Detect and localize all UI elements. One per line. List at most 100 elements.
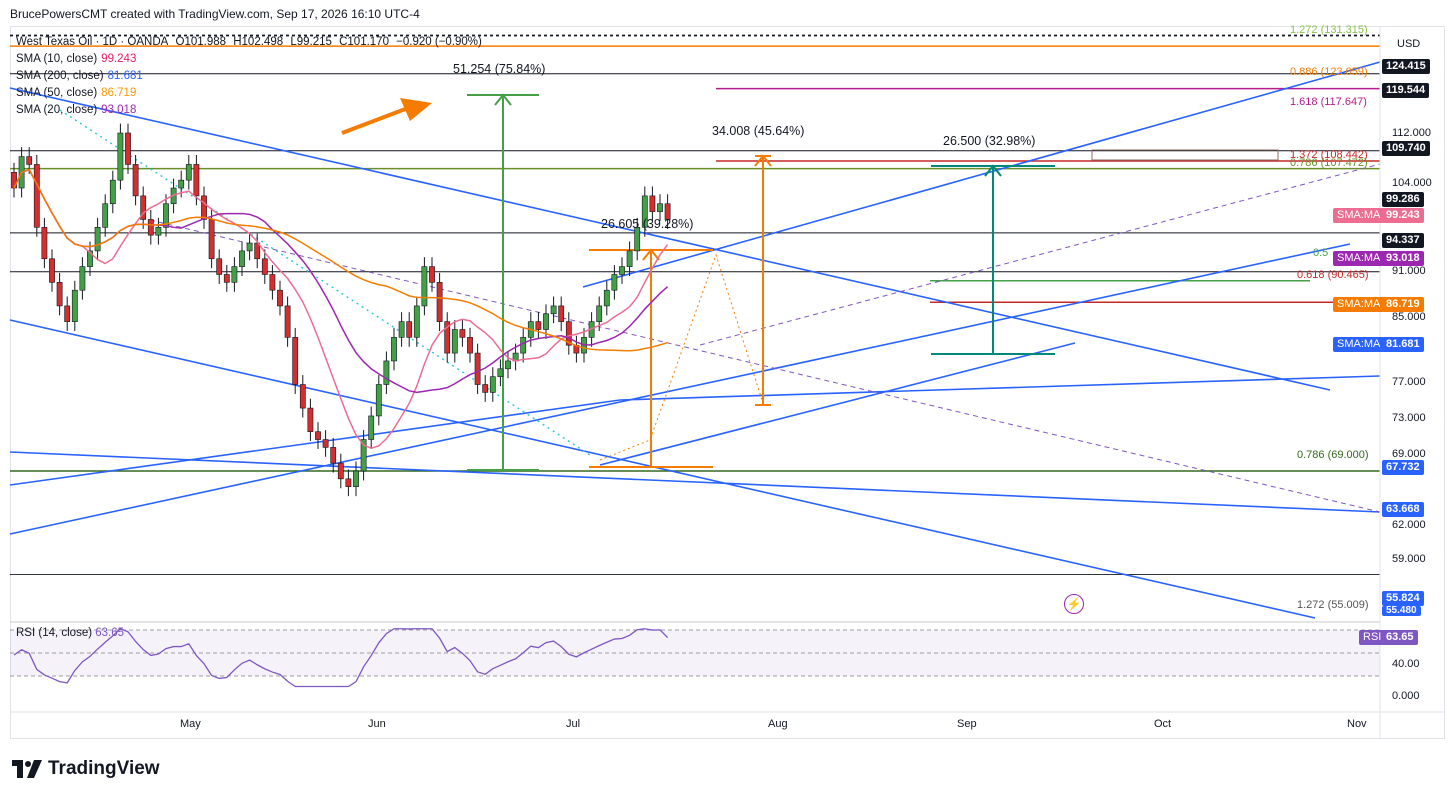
candle-body	[421, 266, 428, 307]
fib-label: 0.886 (123.059)	[1290, 66, 1368, 78]
trendline	[699, 163, 1381, 346]
trendline	[9, 399, 621, 486]
candle-body	[558, 305, 565, 322]
candle-body	[520, 337, 527, 354]
candle-body	[451, 329, 458, 354]
candle-body	[375, 384, 382, 417]
candle-body	[49, 258, 55, 283]
low-value: L99.215	[290, 36, 332, 48]
price-tick: 62.000	[1392, 519, 1426, 531]
symbol-name[interactable]: West Texas Oil · 1D · OANDA	[16, 36, 168, 48]
candle-body	[406, 321, 413, 338]
price-tick: 59.000	[1392, 553, 1426, 565]
candle-body	[345, 478, 352, 487]
trendline	[599, 342, 1076, 466]
candle-body	[231, 266, 238, 283]
candle-body	[269, 274, 276, 291]
candle-body	[147, 219, 154, 236]
annotation-arrow	[341, 106, 409, 135]
candle-body	[185, 164, 192, 181]
candle-body	[619, 266, 625, 275]
candle-body	[71, 289, 78, 322]
trendline	[9, 451, 1381, 513]
candle-body	[125, 132, 131, 165]
x-tick: Jun	[368, 718, 386, 730]
ma-badge-sma200: SMA:MA	[1333, 337, 1385, 352]
price-tick: 91.000	[1392, 265, 1426, 277]
candle-body	[337, 462, 344, 480]
x-tick: Nov	[1347, 718, 1367, 730]
change-value: −0.920 (−0.90%)	[396, 36, 482, 48]
candle-body	[26, 156, 33, 165]
tradingview-logo[interactable]: TradingView	[12, 758, 160, 780]
trendline	[9, 243, 1351, 535]
ma-value-badge: 86.719	[1382, 297, 1424, 312]
ohlc-legend: West Texas Oil · 1D · OANDA O101.988 H10…	[16, 36, 486, 48]
price-badge: 109.740	[1382, 141, 1430, 156]
price-chart[interactable]	[0, 0, 1455, 740]
tradingview-logo-icon	[12, 760, 42, 778]
price-tick: 85.000	[1392, 311, 1426, 323]
candle-body	[497, 368, 504, 377]
measure-label: 34.008 (45.64%)	[712, 124, 805, 138]
candle-body	[330, 447, 337, 464]
price-badge: 119.544	[1382, 83, 1430, 98]
flash-icon[interactable]: ⚡	[1064, 594, 1084, 614]
price-tick: 77.000	[1392, 376, 1426, 388]
rsi-legend[interactable]: RSI (14, close) 63.65	[16, 627, 124, 639]
price-tick: 73.000	[1392, 412, 1426, 424]
legend-sma-10[interactable]: SMA (10, close) 99.243	[16, 53, 136, 65]
candle-body	[208, 219, 215, 260]
ma-value-badge: 93.018	[1382, 251, 1424, 266]
candle-body	[261, 258, 268, 275]
candle-body	[102, 203, 109, 228]
fib-label: 0.786 (69.000)	[1297, 449, 1369, 461]
candle-body	[482, 384, 489, 393]
trendline	[149, 219, 1381, 513]
trendline	[582, 61, 1381, 288]
currency-label[interactable]: USD	[1397, 38, 1420, 50]
ma-badge-sma20: SMA:MA	[1333, 251, 1385, 266]
fib-label: 0.786 (107.472)	[1290, 157, 1368, 169]
candle-body	[626, 250, 633, 267]
price-badge: 67.732	[1382, 460, 1424, 475]
candle-body	[223, 274, 230, 283]
candle-body	[292, 337, 299, 385]
rsi-tick: 40.00	[1392, 658, 1420, 670]
fib-label: 0.618 (90.465)	[1297, 269, 1369, 281]
ma-badge-sma50: SMA:MA	[1333, 297, 1385, 312]
candle-body	[657, 203, 663, 212]
price-badge: 63.668	[1382, 502, 1424, 517]
candle-body	[603, 289, 610, 307]
candle-body	[353, 470, 359, 488]
candle-body	[178, 179, 185, 189]
candle-body	[193, 164, 200, 197]
price-badge: 124.415	[1382, 59, 1430, 74]
candle-body	[94, 227, 101, 252]
candle-body	[505, 360, 511, 370]
candle-body	[550, 305, 557, 315]
price-tick: 69.000	[1392, 448, 1426, 460]
legend-sma-20[interactable]: SMA (20, close) 93.018	[16, 104, 136, 116]
candle-body	[611, 274, 618, 291]
close-value: C101.170	[339, 36, 389, 48]
ma-badge-sma10: SMA:MA	[1333, 208, 1385, 223]
candle-body	[543, 313, 549, 330]
rsi-value-badge: 63.65	[1382, 630, 1418, 645]
candle-body	[299, 384, 306, 409]
legend-sma-50[interactable]: SMA (50, close) 86.719	[16, 87, 136, 99]
trendline	[619, 375, 1381, 401]
candle-body	[383, 360, 390, 385]
x-tick: Sep	[957, 718, 977, 730]
candle-body	[284, 305, 291, 338]
price-badge: 55.480	[1382, 606, 1421, 616]
candle-body	[436, 282, 443, 322]
ma-value-badge: 81.681	[1382, 337, 1424, 352]
candle-body	[64, 305, 71, 322]
price-range-box	[1091, 149, 1279, 161]
brand-name: TradingView	[48, 758, 160, 779]
candle-body	[368, 415, 375, 440]
candle-body	[117, 132, 124, 181]
candle-body	[56, 282, 63, 307]
legend-sma-200[interactable]: SMA (200, close) 81.681	[16, 70, 143, 82]
